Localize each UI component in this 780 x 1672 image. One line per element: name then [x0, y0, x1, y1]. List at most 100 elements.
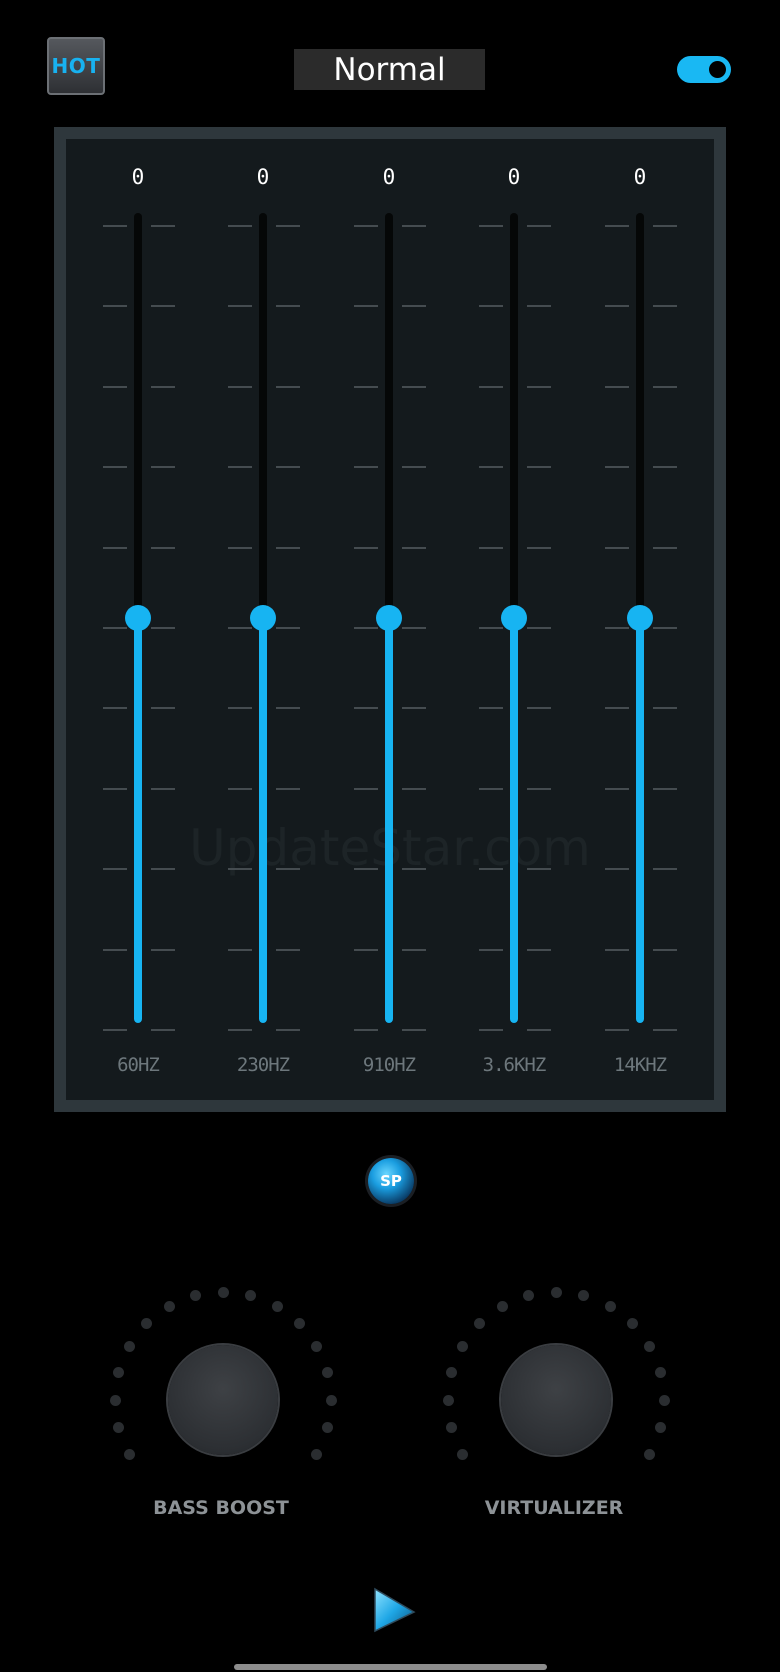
eq-band-value: 0	[633, 165, 647, 189]
eq-slider-thumb[interactable]	[501, 605, 527, 631]
eq-tick	[228, 948, 252, 951]
hot-presets-button[interactable]: HOT	[47, 37, 105, 95]
eq-slider-thumb[interactable]	[376, 605, 402, 631]
eq-tick	[479, 948, 503, 951]
eq-tick	[402, 385, 426, 388]
knob-level-dot	[109, 1394, 121, 1406]
knob-level-dot	[321, 1422, 333, 1434]
eq-tick	[103, 627, 127, 629]
eq-tick	[276, 546, 300, 549]
eq-tick	[103, 787, 127, 790]
eq-tick	[354, 385, 378, 388]
eq-tick	[527, 385, 551, 388]
knob-level-dot	[456, 1448, 468, 1460]
eq-tick	[276, 787, 300, 790]
eq-tick	[479, 225, 503, 227]
eq-tick	[479, 707, 503, 710]
eq-tick	[228, 546, 252, 549]
eq-tick	[228, 305, 252, 308]
eq-tick	[354, 466, 378, 469]
eq-tick	[354, 787, 378, 790]
eq-tick	[605, 787, 629, 790]
equalizer-toggle[interactable]	[677, 56, 731, 83]
eq-tick	[402, 948, 426, 951]
eq-tick	[276, 1029, 300, 1031]
eq-tick	[527, 948, 551, 951]
knob-level-dot	[522, 1290, 534, 1302]
eq-tick	[402, 787, 426, 790]
eq-tick	[103, 1029, 127, 1031]
bass-boost-knob[interactable]	[168, 1345, 278, 1455]
eq-tick	[354, 225, 378, 227]
sp-label: SP	[380, 1172, 402, 1190]
equalizer-frame: UpdateStar.com 060HZ0230HZ0910HZ03.6KHZ0…	[54, 127, 726, 1112]
eq-band-label: 14KHZ	[613, 1054, 667, 1076]
knob-level-dot	[311, 1448, 323, 1460]
virtualizer-knob[interactable]	[501, 1345, 611, 1455]
eq-tick	[605, 546, 629, 549]
knob-level-dot	[311, 1340, 323, 1352]
eq-tick	[103, 948, 127, 951]
knob-level-dot	[113, 1422, 125, 1434]
eq-tick	[527, 466, 551, 469]
knob-level-dot	[113, 1366, 125, 1378]
knob-level-dot	[654, 1366, 666, 1378]
eq-slider-thumb[interactable]	[125, 605, 151, 631]
eq-tick	[103, 225, 127, 227]
eq-tick	[276, 225, 300, 227]
eq-tick	[276, 948, 300, 951]
eq-tick	[354, 948, 378, 951]
eq-tick	[402, 707, 426, 710]
eq-tick	[402, 466, 426, 469]
eq-tick	[151, 948, 175, 951]
eq-tick	[103, 305, 127, 308]
eq-tick	[527, 707, 551, 710]
eq-tick	[151, 225, 175, 227]
knob-level-dot	[217, 1286, 229, 1298]
knob-level-dot	[604, 1300, 616, 1312]
eq-tick	[103, 546, 127, 549]
toggle-knob	[709, 61, 726, 78]
knob-level-dot	[496, 1300, 508, 1312]
eq-tick	[527, 225, 551, 227]
eq-slider-thumb[interactable]	[627, 605, 653, 631]
eq-tick	[151, 305, 175, 308]
eq-band-label: 3.6KHZ	[482, 1054, 547, 1076]
eq-slider-thumb[interactable]	[250, 605, 276, 631]
eq-tick	[605, 1029, 629, 1031]
eq-tick	[605, 868, 629, 871]
eq-tick	[103, 707, 127, 710]
eq-tick	[479, 1029, 503, 1031]
bass-boost-label: BASS BOOST	[153, 1497, 289, 1519]
eq-slider-fill	[385, 618, 393, 1023]
knob-level-dot	[163, 1300, 175, 1312]
eq-tick	[527, 627, 551, 629]
knob-level-dot	[658, 1394, 670, 1406]
eq-tick	[151, 707, 175, 710]
eq-tick	[402, 305, 426, 308]
eq-tick	[151, 787, 175, 790]
preset-selector[interactable]: Normal	[294, 49, 485, 90]
eq-tick	[228, 225, 252, 227]
eq-tick	[228, 707, 252, 710]
eq-tick	[276, 466, 300, 469]
eq-tick	[228, 1029, 252, 1031]
eq-tick	[605, 466, 629, 469]
knob-level-dot	[123, 1340, 135, 1352]
eq-tick	[151, 466, 175, 469]
play-button[interactable]	[368, 1585, 418, 1635]
knob-level-dot	[325, 1394, 337, 1406]
eq-tick	[653, 466, 677, 469]
eq-tick	[479, 627, 503, 629]
eq-tick	[653, 1029, 677, 1031]
eq-tick	[653, 627, 677, 629]
eq-tick	[653, 868, 677, 871]
eq-tick	[527, 305, 551, 308]
eq-tick	[103, 385, 127, 388]
sp-button[interactable]: SP	[368, 1158, 414, 1204]
eq-tick	[402, 1029, 426, 1031]
eq-tick	[228, 627, 252, 629]
knob-level-dot	[442, 1394, 454, 1406]
eq-tick	[151, 868, 175, 871]
knob-level-dot	[446, 1366, 458, 1378]
